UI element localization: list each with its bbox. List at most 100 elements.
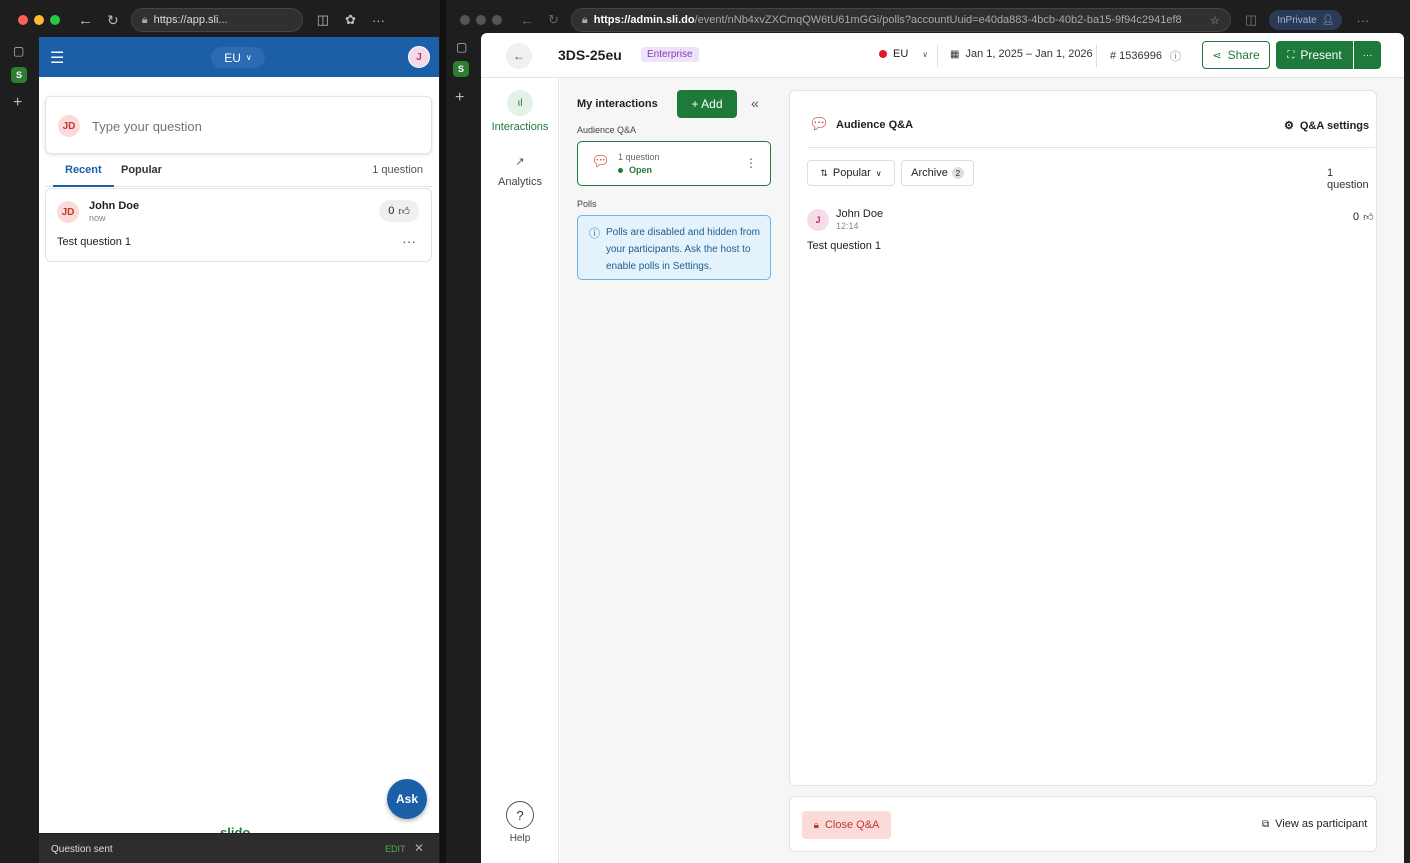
minimize-window-dot[interactable] [34,15,44,25]
left-url-bar[interactable]: 🔒︎ https://app.sli... [130,8,303,32]
split-view-icon[interactable]: ◫ [317,12,329,28]
nav-interactions-label: Interactions [491,121,549,133]
slido-tab-icon[interactable]: S [453,61,469,77]
region-selector[interactable]: EU ∨ [879,48,928,60]
question-author: John Doe [836,208,884,220]
tab-panel-icon[interactable]: ▢ [13,44,24,58]
date-range-text: Jan 1, 2025 – Jan 1, 2026 [965,48,1093,60]
close-icon[interactable]: ✕ [414,841,424,855]
right-browser-window: ← ↻ 🔒︎ https://admin.sli.do /event/nNb4x… [446,0,1410,863]
chat-bubble-icon: 💬︎ [591,153,611,170]
tab-panel-icon[interactable]: ▢ [456,40,467,54]
nav-analytics[interactable]: ↗ Analytics [481,150,559,194]
hamburger-menu-icon[interactable]: ☰ [50,48,64,68]
qa-footer: 🔒︎ Close Q&A ⧉ View as participant [789,796,1377,852]
more-options-icon[interactable]: ··· [402,233,416,249]
qa-interaction-card[interactable]: 💬︎ 1 question Open ⋮ [577,141,771,186]
qa-question-item: J John Doe 12:14 0 👍︎ Test question 1 [807,207,1375,257]
question-author-avatar: JD [57,201,79,223]
archive-label: Archive [911,167,948,179]
browser-more-button[interactable]: ··· [372,13,385,28]
polls-disabled-notice: ⓘ Polls are disabled and hidden from you… [577,215,771,280]
close-window-dot[interactable] [460,15,470,25]
close-window-dot[interactable] [18,15,28,25]
help-button[interactable]: ? Help [481,801,559,844]
favorite-star-icon[interactable]: ☆ [1202,14,1220,27]
extension-icon[interactable]: ✿ [345,12,356,28]
tab-recent-label: Recent [65,164,102,176]
sort-icon: ⇅ [820,167,828,178]
like-button[interactable]: 0 👍︎ [379,200,419,222]
archive-count-badge: 2 [951,167,964,179]
info-icon[interactable]: ⓘ [1170,48,1181,64]
like-button[interactable]: 0 👍︎ [1353,211,1374,223]
new-tab-icon[interactable]: + [13,94,22,112]
share-icon: ⋖ [1212,49,1222,62]
minimize-window-dot[interactable] [476,15,486,25]
region-label: EU [224,50,241,65]
preview-icon: ⧉ [1262,818,1270,830]
share-label: Share [1227,48,1260,62]
present-more-label: ··· [1362,49,1373,61]
back-arrow-icon[interactable]: ← [78,12,93,29]
date-range[interactable]: ▦ Jan 1, 2025 – Jan 1, 2026 [950,48,1093,60]
tab-recent[interactable]: Recent [53,157,114,187]
maximize-window-dot[interactable] [492,15,502,25]
left-browser-window: ← ↻ 🔒︎ https://app.sli... ◫ ✿ ··· ▢ S + … [0,0,440,863]
archive-button[interactable]: Archive 2 [901,160,974,186]
close-qa-button[interactable]: 🔒︎ Close Q&A [802,811,891,839]
chat-bubble-icon: 💬︎ [809,116,830,133]
qa-card-count: 1 question [618,152,660,162]
present-button[interactable]: ⛶ Present [1276,41,1353,69]
slido-tab-icon[interactable]: S [11,67,27,83]
help-icon: ? [506,801,534,829]
plan-badge: Enterprise [641,47,699,62]
question-input[interactable] [92,115,412,137]
nav-interactions[interactable]: ıl Interactions [481,90,559,136]
toast-edit-link[interactable]: EDIT [385,844,406,854]
event-header: ← 3DS-25eu Enterprise EU ∨ ▦ Jan 1, 2025… [481,33,1404,78]
view-as-participant-label: View as participant [1275,818,1368,830]
tab-popular[interactable]: Popular [121,157,162,187]
participant-app: ☰ EU ∨ J JD Recent Popular 1 question [39,37,439,833]
question-item: JD John Doe now 0 👍︎ Test question 1 ··· [45,188,432,262]
reload-icon[interactable]: ↻ [548,12,559,28]
share-button[interactable]: ⋖ Share [1202,41,1270,69]
ask-question-box[interactable]: JD [45,96,432,154]
inprivate-badge[interactable]: InPrivate 👤︎ [1269,10,1343,30]
new-tab-icon[interactable]: + [455,89,464,107]
status-dot [618,167,623,173]
present-more-button[interactable]: ··· [1354,41,1381,69]
question-tabs: Recent Popular 1 question [45,157,432,187]
question-time: 12:14 [836,221,859,231]
qa-panel: 💬︎ Audience Q&A ⚙ Q&A settings ⇅ Popular… [782,78,1404,863]
user-avatar[interactable]: J [408,46,430,68]
right-url-bar[interactable]: 🔒︎ https://admin.sli.do /event/nNb4xvZXC… [570,8,1231,32]
profile-icon: 👤︎ [1321,14,1335,26]
event-code[interactable]: # 1536996 ⓘ [1110,48,1181,64]
reload-icon[interactable]: ↻ [107,12,119,29]
polls-notice-text: Polls are disabled and hidden from your … [606,227,760,272]
sort-label: Popular [832,167,871,179]
info-icon: ⓘ [589,228,600,240]
split-view-icon[interactable]: ◫ [1245,12,1257,28]
sort-popular-dropdown[interactable]: ⇅ Popular ∨ [807,160,895,186]
like-count: 0 [388,205,395,217]
qa-settings-button[interactable]: ⚙ Q&A settings [1284,119,1370,133]
maximize-window-dot[interactable] [50,15,60,25]
add-interaction-button[interactable]: + Add [677,90,737,118]
kebab-menu-icon[interactable]: ⋮ [745,156,757,170]
collapse-panel-icon[interactable]: « [751,95,759,111]
back-arrow-icon[interactable]: ← [520,12,534,28]
ask-button[interactable]: Ask [387,779,427,819]
back-button[interactable]: ← [506,43,532,69]
region-selector[interactable]: EU ∨ [211,47,265,68]
browser-more-button[interactable]: ··· [1356,13,1369,28]
close-qa-label: Close Q&A [824,819,880,831]
nav-analytics-label: Analytics [497,176,543,188]
toast-text: Question sent [51,844,113,855]
view-as-participant-link[interactable]: ⧉ View as participant [1262,818,1367,830]
qa-card-status-text: Open [629,165,653,175]
qa-settings-label: Q&A settings [1299,119,1370,132]
lock-icon: 🔒︎ [581,13,588,26]
